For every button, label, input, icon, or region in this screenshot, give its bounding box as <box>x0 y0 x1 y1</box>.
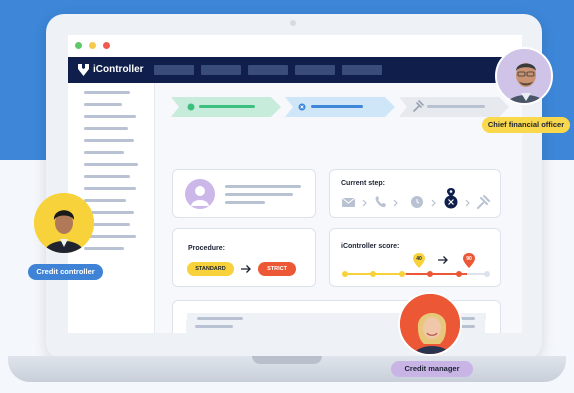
sidebar-item[interactable] <box>84 199 126 202</box>
score-from-value: 40 <box>416 256 422 262</box>
nav-item-5[interactable] <box>342 65 382 75</box>
score-step-dot <box>484 271 490 277</box>
chevron-right-icon <box>431 199 436 207</box>
step-next-label <box>427 105 485 108</box>
window-minimize-button[interactable] <box>89 42 96 49</box>
logo-text[interactable]: iController <box>93 64 144 75</box>
sidebar-item[interactable] <box>84 151 124 154</box>
step-next[interactable] <box>399 97 509 117</box>
window-maximize-button[interactable] <box>75 42 82 49</box>
laptop-notch <box>252 356 322 364</box>
logo-icon <box>78 64 89 76</box>
table-cell <box>197 317 243 320</box>
score-step-dot <box>455 271 462 277</box>
profile-detail-line <box>225 193 293 196</box>
score-step-dot <box>370 271 377 277</box>
sidebar-item[interactable] <box>84 163 138 166</box>
score-step-dot <box>342 271 348 277</box>
envelope-icon <box>341 197 356 207</box>
procedure-standard-badge[interactable]: STANDARD <box>187 262 234 276</box>
credit-controller-role-label: Credit controller <box>28 264 103 280</box>
procedure-card[interactable]: Procedure: STANDARD STRICT <box>172 228 316 287</box>
gavel-icon <box>477 195 490 209</box>
arrow-right-icon <box>438 256 448 264</box>
profile-name-line <box>225 185 301 188</box>
nav-item-2[interactable] <box>201 65 241 75</box>
chevron-right-icon <box>465 199 470 207</box>
sidebar-item[interactable] <box>84 103 122 106</box>
window-titlebar <box>68 35 522 57</box>
score-step-dot <box>427 271 434 277</box>
sidebar-item[interactable] <box>84 139 134 142</box>
sidebar-item[interactable] <box>84 187 136 190</box>
score-card[interactable]: iController score: 40 90 <box>329 228 501 287</box>
sidebar-item[interactable] <box>84 91 130 94</box>
step-current[interactable] <box>285 97 395 117</box>
step-timeline <box>341 188 490 209</box>
phone-icon <box>375 196 386 208</box>
score-track <box>342 271 490 277</box>
close-circle-icon <box>444 195 458 209</box>
profile-detail-line <box>225 201 265 204</box>
credit-controller-avatar <box>34 193 94 253</box>
step-completed-label <box>199 105 255 108</box>
score-title: iController score: <box>341 243 400 250</box>
credit-manager-avatar <box>398 292 462 356</box>
cfo-role-label: Chief financial officer <box>482 117 570 133</box>
sidebar-item[interactable] <box>84 115 136 118</box>
score-step-dot <box>398 271 405 277</box>
current-step-card[interactable]: Current step: <box>329 169 501 218</box>
nav-item-3[interactable] <box>248 65 288 75</box>
nav-item-4[interactable] <box>295 65 335 75</box>
sidebar-item[interactable] <box>84 247 124 250</box>
step-completed[interactable] <box>171 97 281 117</box>
procedure-title: Procedure: <box>188 245 225 252</box>
step-current-label <box>311 105 363 108</box>
profile-card[interactable] <box>172 169 316 218</box>
sidebar-item[interactable] <box>84 127 128 130</box>
nav-item-1[interactable] <box>154 65 194 75</box>
user-icon <box>191 186 209 206</box>
sidebar-item[interactable] <box>84 235 136 238</box>
procedure-strict-badge[interactable]: STRICT <box>258 262 296 276</box>
sidebar-item[interactable] <box>84 175 130 178</box>
clock-icon <box>411 196 423 208</box>
app-window: iController Current step: Procedure: STA… <box>68 35 522 333</box>
avatar <box>185 179 215 209</box>
main-content: Current step: Procedure: STANDARD STRICT… <box>155 83 522 333</box>
cfo-avatar <box>495 47 553 105</box>
chevron-right-icon <box>362 199 367 207</box>
window-close-button[interactable] <box>103 42 110 49</box>
chevron-right-icon <box>393 199 398 207</box>
credit-manager-role-label: Credit manager <box>391 361 473 377</box>
credit-controller-portrait <box>34 193 94 253</box>
table-cell <box>195 325 233 328</box>
top-navbar: iController <box>68 57 522 83</box>
score-to-value: 90 <box>466 256 472 262</box>
camera-icon <box>290 20 296 26</box>
arrow-right-icon <box>241 265 251 273</box>
